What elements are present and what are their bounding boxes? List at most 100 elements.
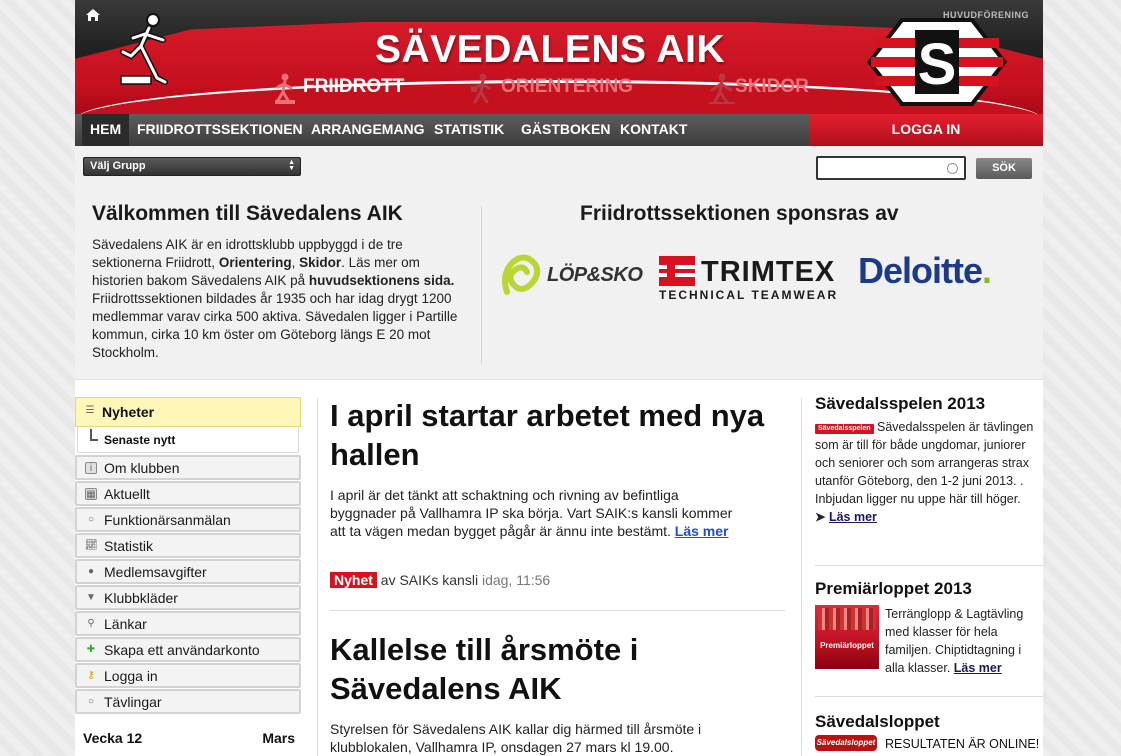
menu-sub-label: Senaste nytt (104, 433, 176, 447)
savedalsloppet-logo[interactable]: Sävedalsloppet (815, 735, 877, 751)
menu-item-label: Skapa ett användarkonto (104, 642, 260, 658)
skidor-skier-icon (709, 73, 735, 104)
nav-statistik[interactable]: STATISTIK (426, 114, 512, 146)
savedalsspelen-title[interactable]: Sävedalsspelen 2013 (815, 394, 985, 414)
section-friidrott-link[interactable]: FRIIDROTT (303, 76, 404, 98)
menu-item-label: Nyheter (102, 404, 155, 420)
article-body: I april är det tänkt att schaktning och … (330, 486, 740, 540)
menu-item-label: Logga in (104, 668, 158, 684)
savedalsspelen-text: Sävedalsspelen Sävedalsspelen är tävling… (815, 418, 1040, 526)
savedalsspelen-read-more[interactable]: Läs mer (829, 510, 877, 524)
welcome-text-part: Friidrottssektionen bildades år 1935 och… (92, 291, 458, 360)
nav-arrangemang[interactable]: ARRANGEMANG (303, 114, 433, 146)
club-logo-letter: S (918, 32, 957, 97)
article-title[interactable]: Kallelse till årsmöte i Sävedalens AIK (330, 630, 770, 708)
select-arrows-icon: ▲ ▼ (288, 159, 295, 172)
menu-item-nyheter[interactable]: ☰ Nyheter (75, 397, 301, 427)
calendar-week: Vecka 12 (83, 730, 143, 746)
menu-item-tavlingar[interactable]: ○ Tävlingar (75, 689, 301, 714)
main-left-border (317, 398, 318, 756)
menu-item-medlemsavgifter[interactable]: ● Medlemsavgifter (75, 559, 301, 584)
article-time: idag, 11:56 (481, 572, 551, 588)
premiarloppet-photo (818, 608, 876, 630)
list-icon: ☰ (85, 405, 95, 416)
tree-connector-icon (90, 429, 98, 441)
search-clear-icon[interactable] (947, 163, 958, 174)
nav-gastboken[interactable]: GÄSTBOKEN (513, 114, 618, 146)
menu-item-lankar[interactable]: ⚲ Länkar (75, 611, 301, 636)
sponsor-title: Friidrottssektionen sponsras av (580, 202, 899, 225)
menu-item-label: Tävlingar (104, 694, 162, 710)
search-button[interactable]: SÖK (976, 158, 1032, 179)
premiarloppet-title[interactable]: Premiärloppet 2013 (815, 579, 972, 599)
home-icon[interactable] (85, 8, 101, 22)
menu-item-aktuellt[interactable]: ▦ Aktuellt (75, 481, 301, 506)
menu-item-label: Klubbkläder (104, 590, 178, 606)
menu-item-label: Aktuellt (104, 486, 150, 502)
savedalsspelen-logo: Sävedalsspelen (815, 424, 874, 434)
article-text: I april är det tänkt att schaktning och … (330, 487, 733, 539)
site-title[interactable]: SÄVEDALENS AIK (375, 28, 725, 72)
deloitte-name: Deloitte (858, 250, 983, 291)
trimtex-logo-icon (659, 256, 695, 286)
menu-item-funktionarsanmalan[interactable]: ○ Funktionärsanmälan (75, 507, 301, 532)
savedalsloppet-title[interactable]: Sävedalsloppet (815, 712, 940, 732)
article-divider (330, 610, 785, 611)
trimtex-name: TRIMTEX (701, 256, 836, 288)
news-badge: Nyhet (330, 572, 377, 588)
welcome-text: Sävedalens AIK är en idrottsklubb uppbyg… (92, 236, 470, 362)
menu-sub-senaste-nytt[interactable]: Senaste nytt (77, 427, 299, 453)
page: HUVUDFÖRENING SÄVEDALENS AIK FRIIDROTT O… (75, 0, 1043, 756)
section-skidor-link[interactable]: SKIDOR (735, 76, 809, 98)
menu-item-statistik[interactable]: 📈︎ Statistik (75, 533, 301, 558)
huvudsektionen-link[interactable]: huvudsektionens sida. (309, 273, 455, 288)
article-body: Styrelsen för Sävedalens AIK kallar dig … (330, 721, 702, 755)
nav-friidrottssektionen[interactable]: FRIIDROTTSSEKTIONEN (129, 114, 311, 146)
right-divider (815, 696, 1043, 697)
shirt-icon: ▼ (86, 592, 96, 603)
nav-hem[interactable]: HEM (82, 114, 130, 146)
menu-item-logga-in[interactable]: ⚷ Logga in (75, 663, 301, 688)
read-more-link[interactable]: Läs mer (675, 523, 729, 539)
savedalsloppet-results[interactable]: RESULTATEN ÄR ONLINE! (885, 737, 1039, 751)
circle-icon: ○ (87, 696, 95, 707)
athlete-figure-icon (120, 13, 168, 85)
article-meta: Nyhet av SAIKs kansli idag, 11:56 (330, 572, 550, 588)
menu-item-klubbklader[interactable]: ▼ Klubbkläder (75, 585, 301, 610)
section-orientering-link[interactable]: ORIENTERING (501, 76, 633, 98)
lopsko-text: LÖP&SKO (547, 264, 643, 286)
orientering-runner-icon (471, 73, 491, 104)
menu-item-label: Om klubben (104, 460, 180, 476)
login-button[interactable]: LOGGA IN (809, 114, 1043, 146)
menu-item-skapa-konto[interactable]: ✚ Skapa ett användarkonto (75, 637, 301, 662)
orientering-link[interactable]: Orientering (219, 255, 292, 270)
sponsor-deloitte[interactable]: Deloitte. (858, 250, 992, 292)
premiarloppet-text: Terränglopp & Lagtävling med klasser för… (885, 605, 1041, 677)
group-select[interactable]: Välj Grupp ▲ ▼ (83, 157, 301, 176)
welcome-text-sep: , (291, 255, 300, 270)
friidrott-runner-icon (275, 73, 295, 104)
group-select-value: Välj Grupp (90, 160, 146, 172)
welcome-box: Välkommen till Sävedalens AIK Sävedalens… (75, 190, 1043, 380)
lopsko-logo-icon (502, 254, 541, 295)
sponsor-trimtex[interactable]: TRIMTEX TECHNICAL TEAMWEAR (659, 254, 854, 304)
club-logo[interactable]: S (865, 16, 1009, 108)
key-icon: ⚷ (87, 670, 95, 681)
skidor-link[interactable]: Skidor (299, 255, 341, 270)
article-title[interactable]: I april startar arbetet med nya hallen (330, 396, 770, 474)
nav-kontakt[interactable]: KONTAKT (612, 114, 695, 146)
info-icon: i (85, 462, 97, 474)
premiarloppet-read-more[interactable]: Läs mer (954, 661, 1002, 675)
sponsor-lopsko[interactable]: LÖP&SKO (499, 252, 649, 298)
deloitte-dot: . (982, 250, 992, 291)
search-input[interactable] (816, 156, 966, 180)
premiarloppet-image-text: Premiärloppet (820, 641, 874, 650)
main-nav: HEM FRIIDROTTSSEKTIONEN ARRANGEMANG STAT… (75, 114, 1043, 146)
premiarloppet-image[interactable]: Premiärloppet (815, 605, 879, 669)
calendar-icon: ▦ (85, 488, 97, 500)
menu-item-om-klubben[interactable]: i Om klubben (75, 455, 301, 480)
menu-item-label: Statistik (104, 538, 154, 554)
welcome-title: Välkommen till Sävedalens AIK (92, 202, 403, 225)
arrow-icon: ➤ (815, 510, 829, 524)
menu-item-label: Funktionärsanmälan (104, 512, 231, 528)
